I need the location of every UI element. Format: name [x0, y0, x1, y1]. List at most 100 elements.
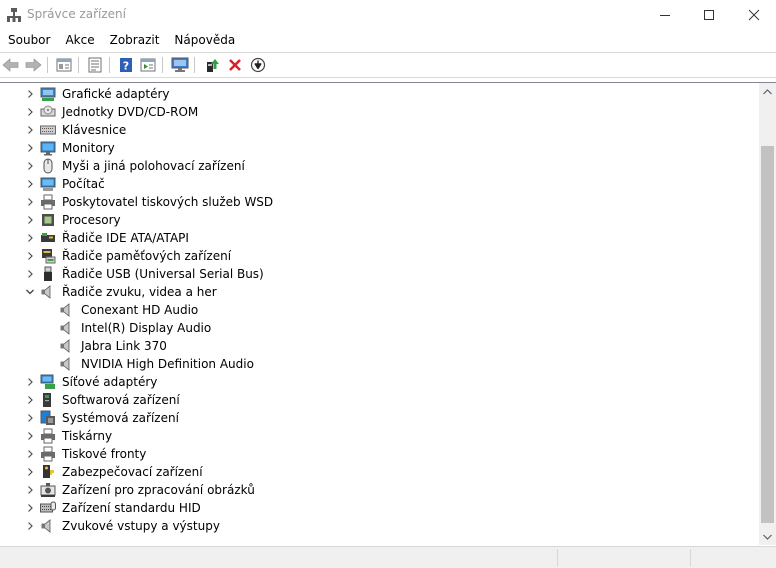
mouse-icon: [43, 158, 53, 174]
forward-button[interactable]: [23, 55, 43, 75]
tree-item-label: Systémová zařízení: [62, 411, 179, 425]
chevron-right-icon[interactable]: [24, 230, 36, 246]
minimize-button[interactable]: [642, 0, 688, 30]
update-driver-button[interactable]: [202, 55, 222, 75]
tree-category[interactable]: Řadiče IDE ATA/ATAPI: [0, 229, 758, 247]
chevron-right-icon[interactable]: [24, 212, 36, 228]
system-device-icon: [40, 410, 55, 425]
maximize-icon: [704, 10, 714, 20]
tree-item-label: Procesory: [62, 213, 121, 227]
chevron-right-icon[interactable]: [24, 176, 36, 192]
menu-help[interactable]: Nápověda: [166, 30, 242, 52]
printer-icon: [41, 428, 55, 444]
security-device-icon: [43, 465, 54, 478]
scan-hardware-button[interactable]: [170, 55, 190, 75]
tree-item-label: Jednotky DVD/CD-ROM: [62, 105, 199, 119]
vertical-scrollbar[interactable]: [759, 83, 776, 545]
disable-device-button[interactable]: [248, 55, 268, 75]
back-button[interactable]: [1, 55, 21, 75]
uninstall-device-button[interactable]: [225, 55, 245, 75]
tree-category[interactable]: Řadiče paměťových zařízení: [0, 247, 758, 265]
tree-category[interactable]: Zařízení pro zpracování obrázků: [0, 481, 758, 499]
toolbar-separator: [162, 57, 163, 73]
chevron-right-icon[interactable]: [24, 122, 36, 138]
chevron-right-icon[interactable]: [24, 194, 36, 210]
run-action-button[interactable]: [138, 55, 158, 75]
speaker-icon: [60, 321, 70, 335]
tree-category[interactable]: Klávesnice: [0, 121, 758, 139]
monitor-scan-icon: [171, 57, 189, 72]
tree-category[interactable]: Řadiče zvuku, videa a her: [0, 283, 758, 301]
tree-category[interactable]: Zařízení standardu HID: [0, 499, 758, 517]
tree-category[interactable]: Tiskové fronty: [0, 445, 758, 463]
tree-category[interactable]: Softwarová zařízení: [0, 391, 758, 409]
tree-category[interactable]: Jednotky DVD/CD-ROM: [0, 103, 758, 121]
chevron-right-icon[interactable]: [24, 446, 36, 462]
tree-category[interactable]: Monitory: [0, 139, 758, 157]
disable-device-icon: [250, 57, 266, 73]
tree-item-label: Monitory: [62, 141, 115, 155]
run-action-icon: [140, 58, 156, 72]
close-button[interactable]: [731, 0, 776, 30]
toolbar-separator: [78, 57, 79, 73]
tree-category[interactable]: Řadiče USB (Universal Serial Bus): [0, 265, 758, 283]
toolbar-separator: [194, 57, 195, 73]
tree-category[interactable]: Myši a jiná polohovací zařízení: [0, 157, 758, 175]
camera-icon: [40, 483, 56, 497]
show-hide-tree-icon: [56, 58, 72, 72]
tree-category[interactable]: Zvukové vstupy a výstupy: [0, 517, 758, 535]
chevron-right-icon[interactable]: [24, 374, 36, 390]
tree-device[interactable]: Jabra Link 370: [0, 337, 758, 355]
svg-text:?: ?: [123, 60, 129, 73]
software-device-icon: [43, 393, 51, 407]
ide-controller-icon: [41, 233, 55, 242]
menu-view[interactable]: Zobrazit: [102, 30, 167, 52]
chevron-right-icon[interactable]: [24, 104, 36, 120]
tree-item-label: Softwarová zařízení: [62, 393, 180, 407]
tree-category[interactable]: Tiskárny: [0, 427, 758, 445]
tree-item-label: Zvukové vstupy a výstupy: [62, 519, 220, 533]
close-icon: [748, 9, 760, 21]
scroll-up-button[interactable]: [759, 83, 776, 100]
scroll-down-button[interactable]: [759, 528, 776, 545]
tree-device[interactable]: NVIDIA High Definition Audio: [0, 355, 758, 373]
chevron-right-icon[interactable]: [24, 158, 36, 174]
chevron-right-icon[interactable]: [24, 464, 36, 480]
chevron-right-icon[interactable]: [24, 86, 36, 102]
tree-category[interactable]: Systémová zařízení: [0, 409, 758, 427]
scroll-thumb[interactable]: [761, 146, 774, 523]
tree-device[interactable]: Conexant HD Audio: [0, 301, 758, 319]
chevron-down-icon[interactable]: [24, 284, 36, 300]
tree-item-label: Myši a jiná polohovací zařízení: [62, 159, 245, 173]
chevron-right-icon[interactable]: [24, 392, 36, 408]
show-hide-tree-button[interactable]: [54, 55, 74, 75]
tree-category[interactable]: Poskytovatel tiskových služeb WSD: [0, 193, 758, 211]
menu-action[interactable]: Akce: [57, 30, 101, 52]
maximize-button[interactable]: [686, 0, 732, 30]
display-adapter-icon: [40, 87, 56, 101]
help-button[interactable]: ?: [116, 55, 136, 75]
speaker-icon: [60, 357, 70, 371]
chevron-right-icon[interactable]: [24, 500, 36, 516]
chevron-right-icon[interactable]: [24, 428, 36, 444]
hid-icon: [40, 501, 56, 513]
speaker-icon: [41, 519, 51, 533]
chevron-right-icon[interactable]: [24, 140, 36, 156]
toolbar-separator: [109, 57, 110, 73]
tree-category[interactable]: Počítač: [0, 175, 758, 193]
chevron-right-icon[interactable]: [24, 518, 36, 534]
tree-category[interactable]: Síťové adaptéry: [0, 373, 758, 391]
tree-category[interactable]: Zabezpečovací zařízení: [0, 463, 758, 481]
tree-device[interactable]: Intel(R) Display Audio: [0, 319, 758, 337]
menu-file[interactable]: Soubor: [0, 30, 57, 52]
chevron-right-icon[interactable]: [24, 266, 36, 282]
tree-category[interactable]: Procesory: [0, 211, 758, 229]
chevron-right-icon[interactable]: [24, 482, 36, 498]
storage-controller-icon: [42, 249, 56, 264]
chevron-right-icon[interactable]: [24, 248, 36, 264]
properties-button[interactable]: [85, 55, 105, 75]
printer-icon: [41, 446, 55, 462]
chevron-right-icon[interactable]: [24, 410, 36, 426]
tree-category[interactable]: Grafické adaptéry: [0, 85, 758, 103]
toolbar-divider: [0, 77, 776, 78]
